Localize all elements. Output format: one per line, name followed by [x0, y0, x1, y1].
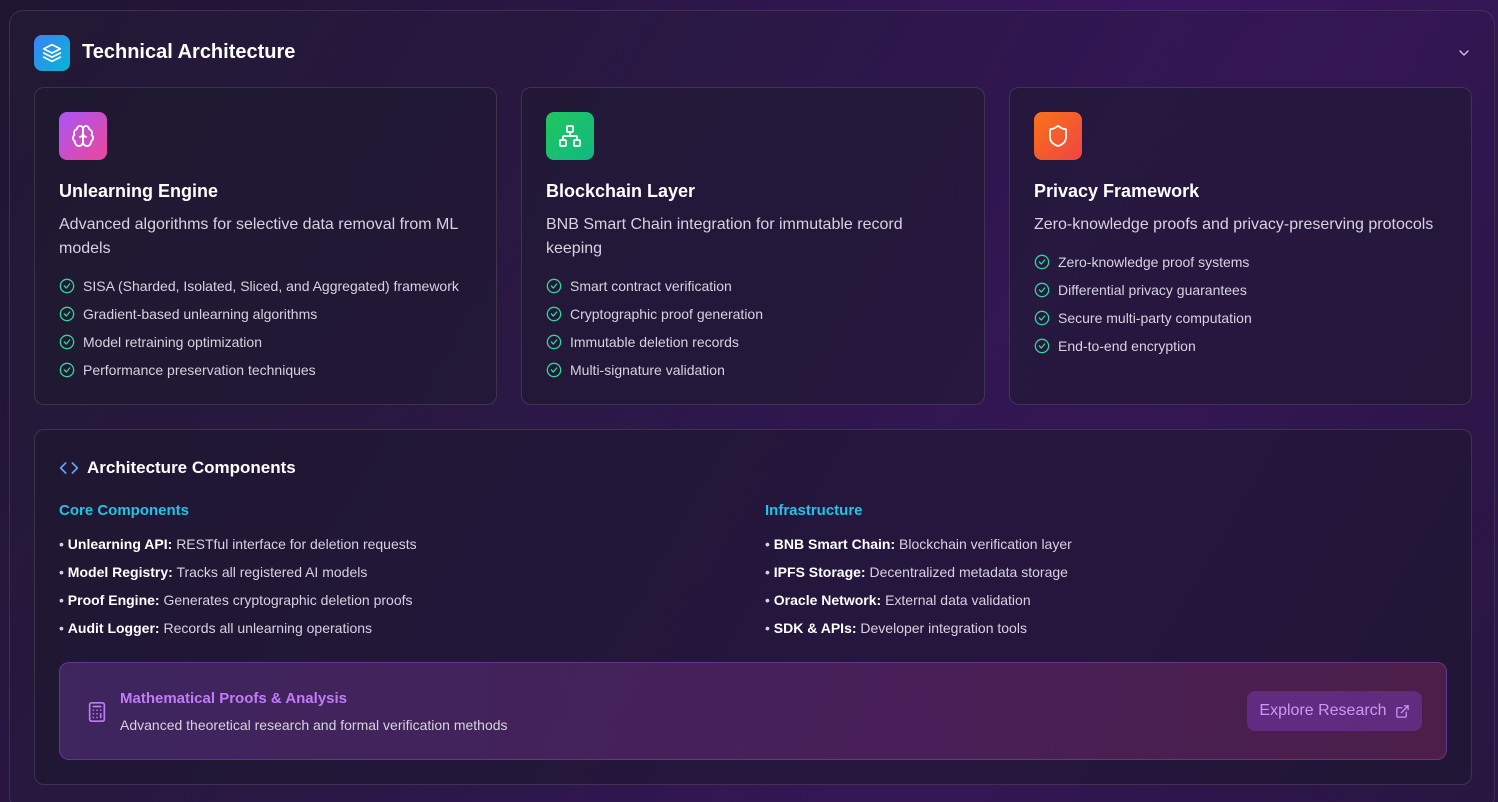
- card-unlearning-engine: Unlearning Engine Advanced algorithms fo…: [34, 87, 497, 405]
- item-desc: Decentralized metadata storage: [869, 564, 1068, 580]
- list-item: • Model Registry: Tracks all registered …: [59, 564, 368, 580]
- infrastructure-list: • BNB Smart Chain: Blockchain verificati…: [765, 530, 1072, 642]
- card-description: Zero-knowledge proofs and privacy-preser…: [1034, 216, 1434, 233]
- card-blockchain-layer: Blockchain Layer BNB Smart Chain integra…: [521, 87, 985, 405]
- chevron-down-icon[interactable]: [1454, 43, 1474, 63]
- check-circle-icon: [59, 306, 75, 322]
- item-desc: External data validation: [885, 592, 1031, 608]
- architecture-components-section: Architecture Components Core Components …: [34, 429, 1472, 785]
- feature-list: Zero-knowledge proof systems Differentia…: [1034, 248, 1455, 360]
- list-item: • Proof Engine: Generates cryptographic …: [59, 592, 413, 608]
- item-desc: Tracks all registered AI models: [176, 564, 368, 580]
- feature-item: Gradient-based unlearning algorithms: [59, 300, 480, 328]
- check-circle-icon: [1034, 310, 1050, 326]
- list-item: • Unlearning API: RESTful interface for …: [59, 536, 417, 552]
- feature-label: Differential privacy guarantees: [1058, 282, 1247, 298]
- explore-research-button[interactable]: Explore Research: [1247, 691, 1422, 731]
- feature-label: Performance preservation techniques: [83, 362, 316, 378]
- research-title: Mathematical Proofs & Analysis: [120, 690, 348, 707]
- item-desc: Generates cryptographic deletion proofs: [163, 592, 413, 608]
- check-circle-icon: [59, 278, 75, 294]
- card-privacy-framework: Privacy Framework Zero-knowledge proofs …: [1009, 87, 1472, 405]
- check-circle-icon: [1034, 254, 1050, 270]
- check-circle-icon: [59, 334, 75, 350]
- card-title: Blockchain Layer: [546, 181, 696, 201]
- card-title: Privacy Framework: [1034, 181, 1200, 201]
- check-circle-icon: [1034, 282, 1050, 298]
- brain-icon: [59, 112, 107, 160]
- network-icon: [546, 112, 594, 160]
- card-description: Advanced algorithms for selective data r…: [59, 216, 458, 257]
- feature-item: Secure multi-party computation: [1034, 304, 1455, 332]
- item-name: Oracle Network:: [773, 592, 882, 608]
- feature-item: Multi-signature validation: [546, 356, 968, 384]
- feature-label: Model retraining optimization: [83, 334, 262, 350]
- core-components-list: • Unlearning API: RESTful interface for …: [59, 530, 417, 642]
- infrastructure-heading: Infrastructure: [765, 502, 863, 519]
- code-icon: [59, 462, 79, 474]
- shield-icon: [1034, 112, 1082, 160]
- item-desc: Developer integration tools: [860, 620, 1027, 636]
- feature-item: Smart contract verification: [546, 272, 968, 300]
- item-name: Model Registry:: [67, 564, 173, 580]
- feature-label: Zero-knowledge proof systems: [1058, 254, 1250, 270]
- check-circle-icon: [546, 278, 562, 294]
- check-circle-icon: [1034, 338, 1050, 354]
- feature-label: End-to-end encryption: [1058, 338, 1196, 354]
- feature-item: Zero-knowledge proof systems: [1034, 248, 1455, 276]
- check-circle-icon: [546, 306, 562, 322]
- feature-label: Multi-signature validation: [570, 362, 725, 378]
- feature-label: Secure multi-party computation: [1058, 310, 1252, 326]
- technical-architecture-panel: Technical Architecture Unlearning Engine…: [9, 10, 1495, 802]
- card-description: BNB Smart Chain integration for immutabl…: [546, 216, 903, 257]
- core-components-heading: Core Components: [59, 502, 190, 519]
- check-circle-icon: [59, 362, 75, 378]
- feature-label: Gradient-based unlearning algorithms: [83, 306, 318, 322]
- feature-label: Cryptographic proof generation: [570, 306, 764, 322]
- feature-item: End-to-end encryption: [1034, 332, 1455, 360]
- feature-label: Immutable deletion records: [570, 334, 739, 350]
- page-title: Technical Architecture: [82, 41, 296, 63]
- feature-item: Immutable deletion records: [546, 328, 968, 356]
- explore-research-label: Explore Research: [1259, 702, 1387, 719]
- feature-list: SISA (Sharded, Isolated, Sliced, and Agg…: [59, 272, 480, 384]
- layers-icon: [34, 35, 70, 71]
- check-circle-icon: [546, 334, 562, 350]
- mathematical-proofs-banner: Mathematical Proofs & Analysis Advanced …: [59, 662, 1447, 760]
- list-item: • BNB Smart Chain: Blockchain verificati…: [765, 536, 1072, 552]
- item-desc: Blockchain verification layer: [899, 536, 1072, 552]
- item-name: IPFS Storage:: [773, 564, 866, 580]
- list-item: • Audit Logger: Records all unlearning o…: [59, 620, 373, 636]
- feature-list: Smart contract verification Cryptographi…: [546, 272, 968, 384]
- list-item: • SDK & APIs: Developer integration tool…: [765, 620, 1027, 636]
- item-name: SDK & APIs:: [773, 620, 857, 636]
- item-name: Audit Logger:: [67, 620, 160, 636]
- list-item: • IPFS Storage: Decentralized metadata s…: [765, 564, 1068, 580]
- item-name: Unlearning API:: [67, 536, 173, 552]
- item-name: Proof Engine:: [67, 592, 160, 608]
- check-circle-icon: [546, 362, 562, 378]
- external-link-icon: [1395, 704, 1409, 718]
- item-desc: RESTful interface for deletion requests: [176, 536, 417, 552]
- card-title: Unlearning Engine: [59, 181, 219, 201]
- feature-label: SISA (Sharded, Isolated, Sliced, and Agg…: [83, 278, 459, 294]
- feature-item: SISA (Sharded, Isolated, Sliced, and Agg…: [59, 272, 480, 300]
- list-item: • Oracle Network: External data validati…: [765, 592, 1031, 608]
- feature-label: Smart contract verification: [570, 278, 732, 294]
- feature-item: Model retraining optimization: [59, 328, 480, 356]
- feature-item: Differential privacy guarantees: [1034, 276, 1455, 304]
- research-description: Advanced theoretical research and formal…: [120, 717, 508, 733]
- calculator-icon: [88, 702, 106, 722]
- item-desc: Records all unlearning operations: [163, 620, 373, 636]
- feature-item: Cryptographic proof generation: [546, 300, 968, 328]
- section-title: Architecture Components: [87, 458, 296, 477]
- feature-item: Performance preservation techniques: [59, 356, 480, 384]
- item-name: BNB Smart Chain:: [773, 536, 896, 552]
